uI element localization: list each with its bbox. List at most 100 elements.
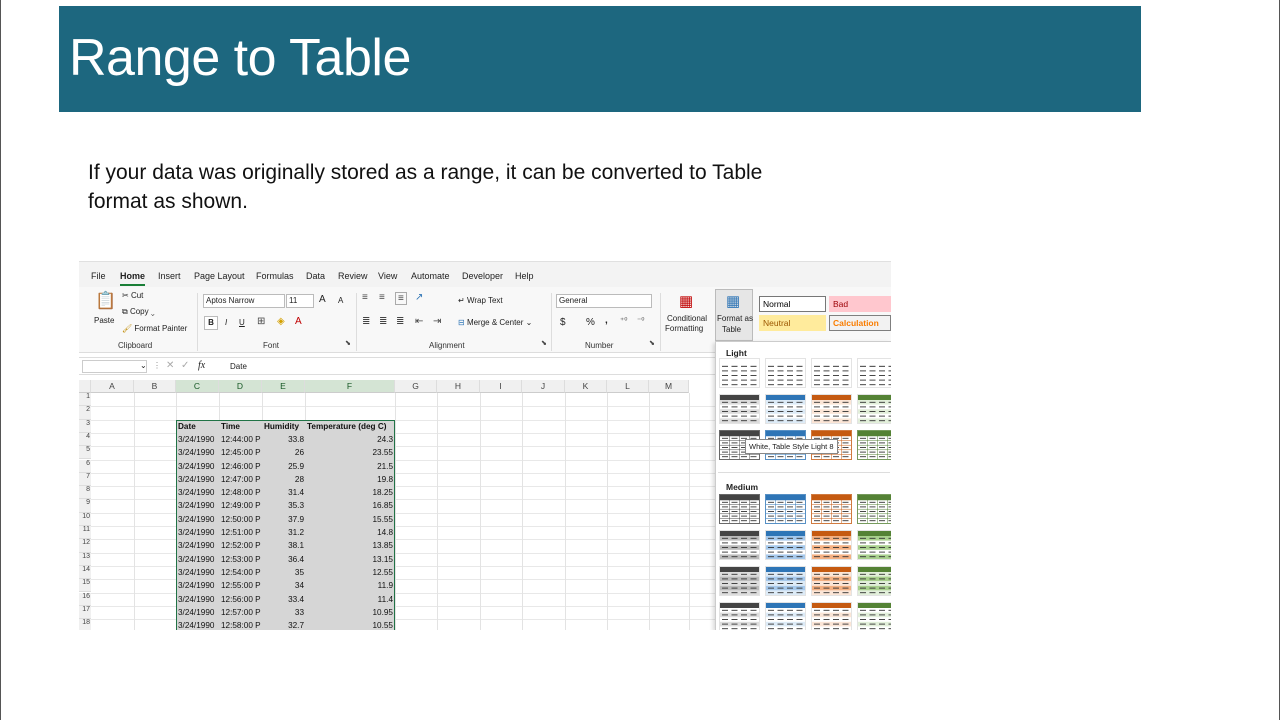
table-style-thumbnail[interactable] bbox=[719, 494, 760, 524]
row-header[interactable]: 2 bbox=[79, 406, 91, 420]
tab-help[interactable]: Help bbox=[515, 271, 534, 281]
italic-button[interactable]: I bbox=[225, 318, 227, 327]
percent-button[interactable]: % bbox=[586, 317, 595, 328]
tab-page-layout[interactable]: Page Layout bbox=[194, 271, 245, 281]
merge-center-button[interactable]: ⊟ Merge & Center ⌄ bbox=[458, 318, 532, 327]
row-header[interactable]: 16 bbox=[79, 592, 91, 606]
row-header[interactable]: 13 bbox=[79, 552, 91, 566]
table-style-thumbnail[interactable] bbox=[857, 430, 891, 460]
table-style-thumbnail[interactable] bbox=[811, 566, 852, 596]
conditional-formatting-label2[interactable]: Formatting bbox=[665, 324, 703, 333]
column-header[interactable]: F bbox=[305, 380, 395, 393]
table-cell[interactable]: 24.3 bbox=[305, 435, 393, 444]
table-header-cell[interactable]: Humidity bbox=[264, 422, 299, 431]
column-header[interactable]: L bbox=[607, 380, 649, 393]
align-middle-icon[interactable]: ≡ bbox=[379, 292, 385, 303]
column-header[interactable]: C bbox=[176, 380, 219, 393]
table-style-thumbnail[interactable] bbox=[719, 358, 760, 388]
row-header[interactable]: 1 bbox=[79, 393, 91, 407]
column-header[interactable]: K bbox=[565, 380, 607, 393]
font-name-select[interactable]: Aptos Narrow bbox=[203, 294, 285, 308]
table-cell[interactable]: 16.85 bbox=[305, 501, 394, 510]
row-header[interactable]: 3 bbox=[79, 419, 91, 433]
table-cell[interactable]: 37.9 bbox=[262, 515, 304, 524]
font-size-select[interactable]: 11 bbox=[286, 294, 314, 308]
underline-button[interactable]: U bbox=[239, 318, 245, 327]
table-cell[interactable]: 18.25 bbox=[305, 488, 394, 497]
table-cell[interactable]: 3/24/1990 bbox=[178, 515, 214, 524]
decrease-indent-icon[interactable]: ⇤ bbox=[415, 316, 423, 327]
row-header[interactable]: 4 bbox=[79, 432, 91, 447]
table-style-thumbnail[interactable] bbox=[811, 394, 852, 424]
table-style-thumbnail[interactable] bbox=[857, 494, 891, 524]
table-style-thumbnail[interactable] bbox=[765, 494, 806, 524]
column-header[interactable]: D bbox=[219, 380, 262, 393]
table-style-thumbnail[interactable] bbox=[765, 358, 806, 388]
table-cell[interactable]: 13.15 bbox=[305, 555, 394, 564]
table-cell[interactable]: 12:49:00 P bbox=[221, 501, 261, 510]
style-calculation[interactable]: Calculation bbox=[829, 315, 891, 331]
table-cell[interactable]: 12:55:00 P bbox=[221, 581, 261, 590]
table-cell[interactable]: 12:58:00 P bbox=[221, 621, 261, 630]
dialog-launcher-icon[interactable]: ⬊ bbox=[541, 339, 547, 347]
table-cell[interactable]: 28 bbox=[262, 475, 304, 484]
shrink-font-button[interactable]: A bbox=[338, 296, 343, 305]
table-style-thumbnail[interactable] bbox=[857, 602, 891, 630]
decrease-decimal-icon[interactable]: ⁻⁰ bbox=[637, 316, 644, 325]
conditional-formatting-label[interactable]: Conditional bbox=[667, 314, 707, 323]
table-cell[interactable]: 11.4 bbox=[305, 595, 393, 604]
tab-developer[interactable]: Developer bbox=[462, 271, 503, 281]
increase-decimal-icon[interactable]: ⁺⁰ bbox=[620, 316, 627, 325]
align-right-icon[interactable]: ≣ bbox=[396, 316, 404, 327]
dialog-launcher-icon[interactable]: ⬊ bbox=[649, 339, 655, 347]
confirm-icon[interactable]: ✓ bbox=[181, 360, 189, 371]
column-header[interactable]: M bbox=[649, 380, 689, 393]
cut-button[interactable]: ✂ Cut bbox=[122, 291, 143, 300]
paste-icon[interactable]: 📋 bbox=[95, 291, 116, 311]
table-cell[interactable]: 3/24/1990 bbox=[178, 435, 214, 444]
table-cell[interactable]: 11.9 bbox=[305, 581, 393, 590]
table-style-thumbnail[interactable] bbox=[811, 530, 852, 560]
column-header[interactable]: B bbox=[134, 380, 176, 393]
copy-button[interactable]: ⧉ Copy ⌄ bbox=[122, 307, 155, 317]
table-style-thumbnail[interactable] bbox=[719, 530, 760, 560]
table-style-thumbnail[interactable] bbox=[811, 494, 852, 524]
table-cell[interactable]: 35 bbox=[262, 568, 304, 577]
table-cell[interactable]: 13.85 bbox=[305, 541, 394, 550]
table-cell[interactable]: 14.8 bbox=[305, 528, 393, 537]
table-cell[interactable]: 3/24/1990 bbox=[178, 595, 214, 604]
table-cell[interactable]: 25.9 bbox=[262, 462, 304, 471]
table-header-cell[interactable]: Temperature (deg C) bbox=[307, 422, 386, 431]
comma-button[interactable]: , bbox=[605, 315, 608, 326]
table-style-thumbnail[interactable] bbox=[765, 394, 806, 424]
table-cell[interactable]: 12:44:00 P bbox=[221, 435, 261, 444]
fill-color-icon[interactable]: ◈ bbox=[277, 316, 285, 327]
tab-insert[interactable]: Insert bbox=[158, 271, 181, 281]
row-header[interactable]: 15 bbox=[79, 579, 91, 593]
table-cell[interactable]: 12:54:00 P bbox=[221, 568, 261, 577]
table-cell[interactable]: 3/24/1990 bbox=[178, 488, 214, 497]
table-cell[interactable]: 10.95 bbox=[305, 608, 394, 617]
column-header[interactable]: E bbox=[262, 380, 305, 393]
table-cell[interactable]: 32.7 bbox=[262, 621, 304, 630]
row-header[interactable]: 6 bbox=[79, 459, 91, 473]
formula-input[interactable]: Date bbox=[230, 362, 247, 371]
table-style-thumbnail[interactable] bbox=[857, 530, 891, 560]
table-cell[interactable]: 38.1 bbox=[262, 541, 304, 550]
table-style-thumbnail[interactable] bbox=[857, 394, 891, 424]
table-cell[interactable]: 34 bbox=[262, 581, 304, 590]
paste-button[interactable]: Paste bbox=[94, 316, 114, 325]
name-box[interactable] bbox=[82, 360, 147, 373]
table-cell[interactable]: 12:57:00 P bbox=[221, 608, 261, 617]
increase-indent-icon[interactable]: ⇥ bbox=[433, 316, 441, 327]
row-header[interactable]: 18 bbox=[79, 619, 91, 630]
table-cell[interactable]: 12.55 bbox=[305, 568, 394, 577]
table-cell[interactable]: 3/24/1990 bbox=[178, 581, 214, 590]
table-cell[interactable]: 19.8 bbox=[305, 475, 393, 484]
table-cell[interactable]: 33 bbox=[262, 608, 304, 617]
dialog-launcher-icon[interactable]: ⬊ bbox=[345, 339, 351, 347]
row-header[interactable]: 17 bbox=[79, 605, 91, 620]
table-cell[interactable]: 12:50:00 P bbox=[221, 515, 261, 524]
table-cell[interactable]: 31.2 bbox=[262, 528, 304, 537]
table-header-cell[interactable]: Time bbox=[221, 422, 240, 431]
